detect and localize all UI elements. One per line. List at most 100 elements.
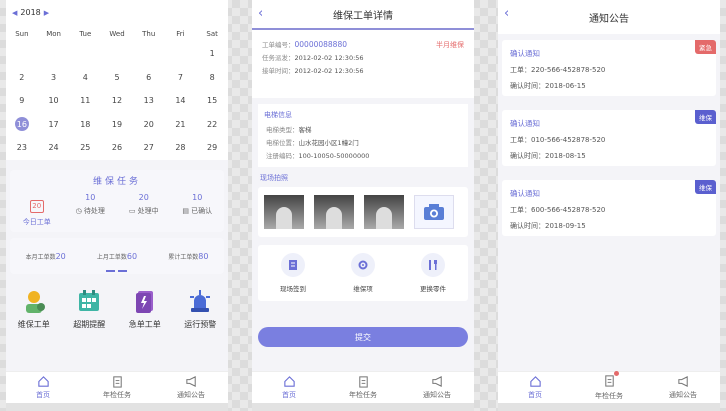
sign-in-icon bbox=[289, 260, 297, 270]
tab-label: 年检任务 bbox=[595, 392, 623, 400]
field-label: 确认时间： bbox=[510, 82, 545, 90]
gear-icon bbox=[358, 260, 368, 270]
detail-header: ‹ 维保工单详情 bbox=[252, 0, 474, 30]
calendar-day[interactable]: 25 bbox=[69, 136, 101, 160]
back-icon[interactable]: ‹ bbox=[504, 6, 509, 21]
monitor-icon: ▭ bbox=[128, 207, 136, 215]
megaphone-icon bbox=[431, 376, 442, 387]
calendar-day[interactable]: 23 bbox=[6, 136, 38, 160]
calendar-day[interactable]: 13 bbox=[133, 89, 165, 113]
calendar-day[interactable]: 11 bbox=[69, 89, 101, 113]
calendar-day bbox=[133, 42, 165, 66]
notice-card[interactable]: 确认通知 维保 工单：600-566-452878-520 确认时间：2018-… bbox=[502, 180, 716, 236]
calendar-day[interactable]: 17 bbox=[38, 113, 70, 137]
confirm-time: 2018-08-15 bbox=[545, 152, 586, 160]
calendar-day[interactable]: 28 bbox=[165, 136, 197, 160]
camera-button[interactable] bbox=[414, 195, 454, 229]
overdue-reminder-entry[interactable]: 超期提醒 bbox=[62, 288, 118, 330]
tab-bar: 首页 年检任务 通知公告 bbox=[6, 371, 228, 403]
tab-notices[interactable]: 通知公告 bbox=[154, 372, 228, 403]
tab-home[interactable]: 首页 bbox=[6, 372, 80, 403]
order-detail-screen: ‹ 维保工单详情 工单编号：00000088880 半月维保 任务派发：2012… bbox=[252, 0, 474, 411]
calendar-day[interactable]: 14 bbox=[165, 89, 197, 113]
prev-year-icon[interactable]: ◀ bbox=[12, 9, 17, 17]
confirm-time: 2018-09-15 bbox=[545, 222, 586, 230]
tab-annual-inspection[interactable]: 年检任务 bbox=[572, 371, 646, 403]
calendar-header: ◀ 2018 ▶ bbox=[12, 8, 49, 17]
order-number: 220-566-452878-520 bbox=[531, 66, 606, 74]
back-icon[interactable]: ‹ bbox=[258, 6, 263, 21]
weekday-label: Sun bbox=[15, 30, 29, 38]
tab-label: 年检任务 bbox=[103, 391, 131, 399]
calendar-icon: 20 bbox=[29, 200, 44, 213]
calendar-day[interactable]: 22 bbox=[196, 113, 228, 137]
calendar-day[interactable]: 6 bbox=[133, 66, 165, 90]
notice-card[interactable]: 确认通知 维保 工单：010-566-452878-520 确认时间：2018-… bbox=[502, 110, 716, 166]
order-number: 600-566-452878-520 bbox=[531, 206, 606, 214]
tab-home[interactable]: 首页 bbox=[252, 372, 326, 403]
order-stats: 本月工单数20 上月工单数60 累计工单数80 bbox=[10, 238, 224, 274]
home-icon bbox=[37, 376, 49, 387]
pending-orders[interactable]: 10 ◷ 待处理 bbox=[64, 193, 118, 227]
home-icon bbox=[283, 376, 295, 387]
tab-notices[interactable]: 通知公告 bbox=[646, 372, 720, 403]
calendar-day[interactable]: 3 bbox=[38, 66, 70, 90]
calendar-day[interactable]: 1 bbox=[196, 42, 228, 66]
calendar-day[interactable]: 21 bbox=[165, 113, 197, 137]
calendar-day[interactable]: 27 bbox=[133, 136, 165, 160]
calendar-day[interactable]: 12 bbox=[101, 89, 133, 113]
field-label: 工单编号： bbox=[262, 41, 295, 49]
weekday-label: Wed bbox=[109, 30, 125, 38]
registration-code: 100-10050-50000000 bbox=[298, 152, 370, 160]
worker-icon bbox=[25, 291, 45, 313]
calendar-day[interactable]: 7 bbox=[165, 66, 197, 90]
calendar-day[interactable]: 10 bbox=[38, 89, 70, 113]
check-in-button[interactable]: 现场签到 bbox=[258, 253, 328, 293]
camera-icon bbox=[424, 204, 444, 220]
action-label: 现场签到 bbox=[280, 285, 306, 293]
calendar-day[interactable]: 15 bbox=[196, 89, 228, 113]
notification-dot bbox=[613, 371, 619, 376]
document-icon: ▤ bbox=[182, 207, 189, 215]
processing-label: 处理中 bbox=[137, 207, 159, 215]
tab-annual-inspection[interactable]: 年检任务 bbox=[80, 372, 154, 403]
confirmed-orders[interactable]: 10 ▤ 已确认 bbox=[171, 193, 225, 227]
calendar-day[interactable]: 9 bbox=[6, 89, 38, 113]
weekday-label: Thu bbox=[142, 30, 156, 38]
calendar-day[interactable]: 24 bbox=[38, 136, 70, 160]
megaphone-icon bbox=[185, 376, 196, 387]
submit-button[interactable]: 提交 bbox=[258, 327, 468, 347]
maintenance-order-entry[interactable]: 维保工单 bbox=[6, 288, 62, 330]
calendar-day[interactable]: 18 bbox=[69, 113, 101, 137]
site-photo[interactable] bbox=[314, 195, 354, 229]
operation-warning-entry[interactable]: 运行预警 bbox=[173, 288, 229, 330]
tab-notices[interactable]: 通知公告 bbox=[400, 372, 474, 403]
tab-annual-inspection[interactable]: 年检任务 bbox=[326, 372, 400, 403]
site-photo[interactable] bbox=[364, 195, 404, 229]
field-label: 电梯类型： bbox=[266, 126, 299, 134]
calendar-day[interactable]: 29 bbox=[196, 136, 228, 160]
maintenance-tag: 维保 bbox=[695, 180, 716, 194]
calendar-day[interactable]: 2 bbox=[6, 66, 38, 90]
notice-card[interactable]: 确认通知 紧急 工单：220-566-452878-520 确认时间：2018-… bbox=[502, 40, 716, 96]
calendar-day-selected[interactable]: 16 bbox=[14, 117, 29, 132]
next-year-icon[interactable]: ▶ bbox=[44, 9, 49, 17]
calendar-day[interactable]: 8 bbox=[196, 66, 228, 90]
urgent-order-entry[interactable]: 急单工单 bbox=[117, 288, 173, 330]
action-label: 更换零件 bbox=[420, 285, 446, 293]
calendar-day[interactable]: 20 bbox=[133, 113, 165, 137]
tab-home[interactable]: 首页 bbox=[498, 372, 572, 403]
calendar-day[interactable]: 26 bbox=[101, 136, 133, 160]
site-photo[interactable] bbox=[264, 195, 304, 229]
weekday-label: Sat bbox=[206, 30, 218, 38]
calendar-day[interactable]: 5 bbox=[101, 66, 133, 90]
field-label: 接单时间： bbox=[262, 67, 295, 75]
stat-value: 80 bbox=[198, 251, 209, 261]
today-orders[interactable]: 20 今日工单 bbox=[10, 193, 64, 227]
calendar-day[interactable]: 19 bbox=[101, 113, 133, 137]
maintenance-items-button[interactable]: 维保项 bbox=[328, 253, 398, 293]
replace-parts-button[interactable]: 更换零件 bbox=[398, 253, 468, 293]
section-title: 电梯信息 bbox=[264, 111, 292, 119]
calendar-day[interactable]: 4 bbox=[69, 66, 101, 90]
processing-orders[interactable]: 20 ▭ 处理中 bbox=[117, 193, 171, 227]
